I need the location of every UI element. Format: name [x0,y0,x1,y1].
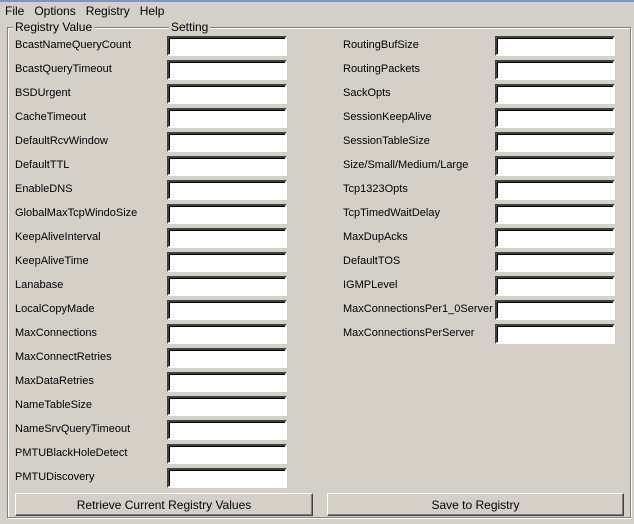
field-label: BSDUrgent [15,87,71,99]
field-label: SessionTableSize [343,135,430,147]
field-label: PMTUDiscovery [15,471,95,483]
column-header-setting: Setting [169,20,211,34]
field-label: PMTUBlackHoleDetect [15,447,128,459]
menu-registry[interactable]: Registry [81,2,135,20]
field-label: RoutingBufSize [343,39,419,51]
field-label: SackOpts [343,87,391,99]
setting-input[interactable] [167,276,287,296]
menu-help[interactable]: Help [135,2,170,20]
field-label: MaxConnections [15,327,97,339]
setting-input[interactable] [495,60,615,80]
setting-input[interactable] [495,156,615,176]
menu-file[interactable]: File [0,2,29,20]
setting-input[interactable] [167,180,287,200]
setting-input[interactable] [167,372,287,392]
setting-input[interactable] [167,468,287,488]
setting-input[interactable] [495,300,615,320]
field-label: BcastNameQueryCount [15,39,132,51]
setting-input[interactable] [495,252,615,272]
setting-input[interactable] [167,300,287,320]
setting-input[interactable] [167,156,287,176]
field-label: Lanabase [15,279,64,291]
setting-input[interactable] [495,84,615,104]
field-label: TcpTimedWaitDelay [343,207,440,219]
field-label: KeepAliveTime [15,255,89,267]
field-label: DefaultTOS [343,255,401,267]
field-label: Tcp1323Opts [343,183,408,195]
setting-input[interactable] [495,204,615,224]
field-label: MaxDataRetries [15,375,94,387]
field-label: EnableDNS [15,183,73,195]
setting-input[interactable] [495,228,615,248]
field-label: RoutingPackets [343,63,421,75]
retrieve-values-button[interactable]: Retrieve Current Registry Values [15,493,313,516]
setting-input[interactable] [167,396,287,416]
menu-options[interactable]: Options [29,2,80,20]
field-label: GlobalMaxTcpWindoSize [15,207,138,219]
setting-input[interactable] [167,420,287,440]
field-label: MaxConnectRetries [15,351,112,363]
field-label: MaxConnectionsPerServer [343,327,475,339]
setting-input[interactable] [495,276,615,296]
setting-input[interactable] [167,324,287,344]
field-label: DefaultRcvWindow [15,135,108,147]
field-label: MaxDupAcks [343,231,408,243]
field-label: SessionKeepAlive [343,111,432,123]
field-label: NameTableSize [15,399,93,411]
field-label: IGMPLevel [343,279,398,291]
setting-input[interactable] [167,228,287,248]
field-label: KeepAliveInterval [15,231,101,243]
setting-input[interactable] [167,204,287,224]
setting-input[interactable] [167,132,287,152]
setting-input[interactable] [495,36,615,56]
field-label: CacheTimeout [15,111,87,123]
field-label: NameSrvQueryTimeout [15,423,131,435]
setting-input[interactable] [495,180,615,200]
setting-input[interactable] [167,108,287,128]
setting-input[interactable] [495,132,615,152]
field-label: DefaultTTL [15,159,70,171]
menu-bar: File Options Registry Help [0,2,634,20]
setting-input[interactable] [495,108,615,128]
setting-input[interactable] [167,84,287,104]
field-label: Size/Small/Medium/Large [343,159,469,171]
setting-input[interactable] [167,36,287,56]
setting-input[interactable] [167,252,287,272]
save-to-registry-button[interactable]: Save to Registry [327,493,624,516]
column-header-registry-value: Registry Value [13,20,95,34]
setting-input[interactable] [495,324,615,344]
field-label: LocalCopyMade [15,303,95,315]
setting-input[interactable] [167,444,287,464]
setting-input[interactable] [167,348,287,368]
setting-input[interactable] [167,60,287,80]
field-label: BcastQueryTimeout [15,63,112,75]
field-label: MaxConnectionsPer1_0Server [343,303,493,315]
